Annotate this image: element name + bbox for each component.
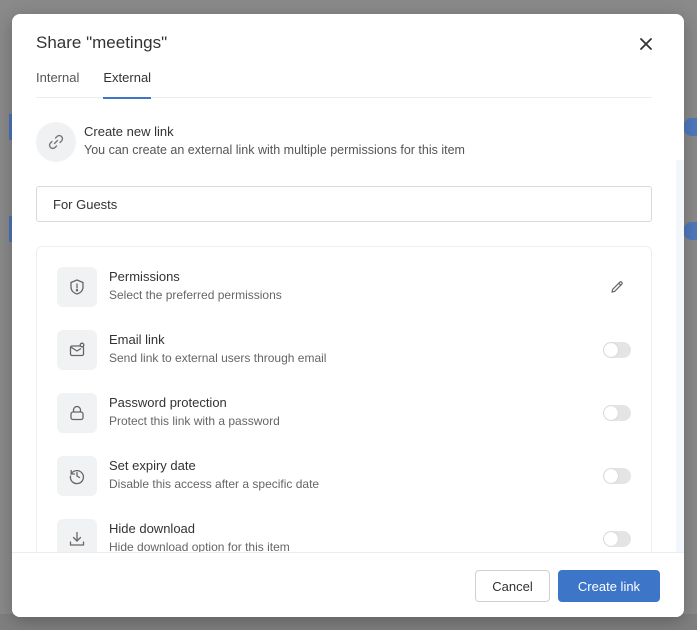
tab-external[interactable]: External	[103, 70, 151, 99]
cancel-button[interactable]: Cancel	[475, 570, 550, 602]
option-icon-wrap	[57, 267, 97, 307]
option-hide-download: Hide download Hide download option for t…	[57, 519, 637, 552]
download-icon	[69, 531, 85, 546]
create-link-title: Create new link	[84, 124, 174, 139]
option-title: Password protection	[109, 395, 227, 410]
option-permissions: Permissions Select the preferred permiss…	[57, 267, 637, 317]
shield-icon	[70, 279, 84, 295]
option-title: Hide download	[109, 521, 196, 536]
option-description: Send link to external users through emai…	[109, 351, 327, 365]
option-icon-wrap	[57, 456, 97, 496]
option-description: Protect this link with a password	[109, 414, 280, 428]
create-link-description: You can create an external link with mul…	[84, 143, 465, 157]
link-name-input[interactable]	[36, 186, 652, 222]
options-list: Permissions Select the preferred permiss…	[36, 246, 652, 552]
link-icon	[48, 134, 64, 150]
expiry-date-toggle[interactable]	[603, 468, 631, 484]
close-button[interactable]	[636, 34, 656, 54]
option-description: Select the preferred permissions	[109, 288, 282, 302]
hide-download-toggle[interactable]	[603, 531, 631, 547]
dialog-title: Share "meetings"	[36, 33, 168, 52]
close-icon	[640, 38, 652, 50]
clock-icon	[69, 469, 84, 485]
password-protection-toggle[interactable]	[603, 405, 631, 421]
edit-permissions-button[interactable]	[607, 277, 627, 297]
dialog-scrollbar[interactable]	[676, 160, 684, 552]
link-icon-wrap	[36, 122, 76, 162]
option-title: Set expiry date	[109, 458, 196, 473]
option-expiry-date: Set expiry date Disable this access afte…	[57, 456, 637, 506]
share-dialog: Share "meetings" Internal External Creat…	[12, 14, 684, 617]
option-icon-wrap	[57, 330, 97, 370]
create-link-button[interactable]: Create link	[558, 570, 660, 602]
background-app-badge	[683, 118, 697, 136]
create-link-header: Create new link You can create an extern…	[36, 122, 636, 162]
option-title: Email link	[109, 332, 165, 347]
dialog-footer: Cancel Create link	[12, 552, 684, 617]
share-tabs: Internal External	[36, 70, 652, 99]
tab-internal[interactable]: Internal	[36, 70, 79, 98]
option-icon-wrap	[57, 393, 97, 433]
email-icon	[69, 342, 85, 357]
lock-icon	[70, 405, 84, 421]
option-email-link: Email link Send link to external users t…	[57, 330, 637, 380]
option-password-protection: Password protection Protect this link wi…	[57, 393, 637, 443]
email-link-toggle[interactable]	[603, 342, 631, 358]
option-icon-wrap	[57, 519, 97, 552]
option-description: Hide download option for this item	[109, 540, 290, 552]
pencil-icon	[611, 281, 623, 293]
option-description: Disable this access after a specific dat…	[109, 477, 320, 491]
background-app-badge	[683, 222, 697, 240]
option-title: Permissions	[109, 269, 180, 284]
